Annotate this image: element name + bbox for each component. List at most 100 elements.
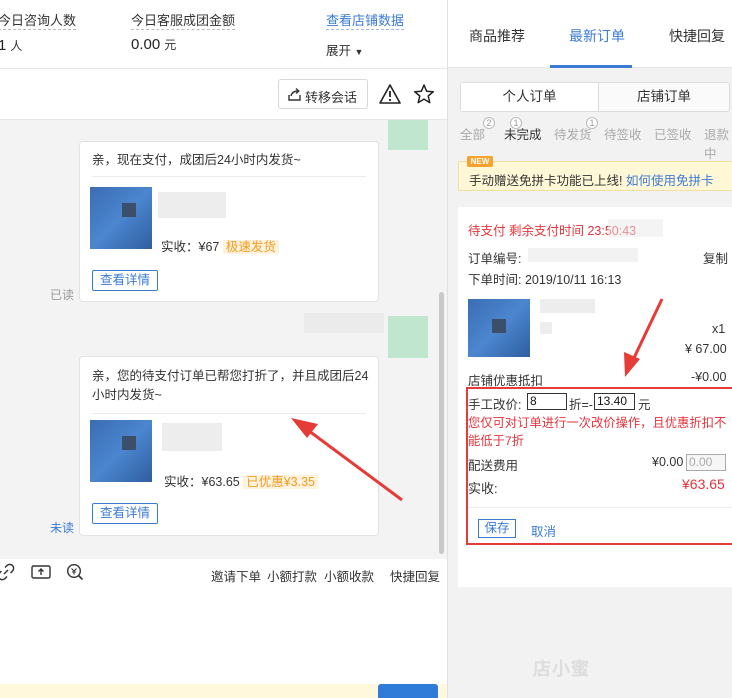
- consult-count: 1人: [0, 37, 22, 54]
- shop-data-link[interactable]: 查看店铺数据: [326, 13, 405, 30]
- cancel-button[interactable]: 取消: [531, 521, 556, 540]
- shipping-value: ¥0.00: [652, 455, 684, 469]
- expand-label: 展开: [326, 44, 352, 58]
- filter-all-badge: 2: [483, 117, 495, 129]
- divider: [92, 413, 366, 414]
- tab-quick-reply[interactable]: 快捷回复: [669, 26, 725, 46]
- order-card: 待支付 剩余支付时间 23:50:43 订单编号: 复制 下单时间: 2019/…: [458, 207, 732, 587]
- blurred-text: [540, 299, 595, 313]
- consult-count-label: 今日咨询人数: [0, 13, 77, 30]
- expand-toggle[interactable]: 展开 ▼: [326, 40, 363, 59]
- transfer-session-label: 转移会话: [305, 90, 358, 105]
- coupon-value: -¥0.00: [691, 370, 727, 384]
- consult-count-unit: 人: [10, 39, 23, 53]
- watermark-logo: 店小蜜: [533, 659, 590, 679]
- price-label: 实收：¥67: [161, 240, 220, 254]
- save-button[interactable]: 保存: [478, 519, 516, 538]
- segment-personal-orders[interactable]: 个人订单: [461, 83, 599, 111]
- invite-order-button[interactable]: 邀请下单: [211, 566, 261, 585]
- amount: 0.00 元: [131, 36, 176, 53]
- divider: [468, 507, 732, 508]
- segment-shop-orders[interactable]: 店铺订单: [599, 83, 729, 111]
- discount-input[interactable]: 8: [527, 393, 567, 410]
- shipping-input: 0.00: [686, 454, 726, 471]
- order-qty: x1: [712, 322, 726, 336]
- unread-status: 未读: [50, 521, 75, 535]
- filter-to-ship[interactable]: 待发货: [554, 124, 592, 143]
- order-time-label-text: 下单时间:: [468, 273, 522, 287]
- order-no-label: 订单编号:: [468, 252, 522, 266]
- bottom-toolbar: 邀请下单 小额打款 小额收款 快捷回复: [0, 559, 447, 589]
- filter-signed[interactable]: 已签收: [654, 124, 692, 143]
- message-text-line1: 亲，您的待支付订单已帮您打折了，并且成团后24: [92, 369, 369, 383]
- filter-refunding[interactable]: 退款中: [704, 124, 732, 162]
- new-badge: NEW: [467, 156, 493, 167]
- filter-to-ship-badge: 1: [586, 117, 598, 129]
- amount-suffix: 元: [638, 398, 651, 412]
- fast-ship-tag: 极速发货: [222, 240, 279, 254]
- message-card: 亲，现在支付，成团后24小时内发货~ 实收：¥67 极速发货 查看详情: [79, 141, 379, 302]
- amount-value: 0.00: [131, 36, 161, 53]
- blurred-order-no: [528, 248, 638, 262]
- notice-message: 手动赠送免拼卡功能已上线!: [469, 174, 623, 188]
- order-time-label: 下单时间: 2019/10/11 16:13: [468, 269, 621, 288]
- active-tab-indicator: [550, 65, 632, 68]
- tab-product-recommend[interactable]: 商品推荐: [469, 26, 525, 46]
- message-card: 亲，您的待支付订单已帮您打折了，并且成团后24 小时内发货~ 实收：¥63.65…: [79, 356, 379, 536]
- search-order-icon[interactable]: [66, 563, 84, 581]
- message-text-line2: 小时内发货~: [92, 388, 162, 402]
- divider: [92, 176, 366, 177]
- chat-scrollbar[interactable]: [439, 292, 444, 554]
- view-detail-button[interactable]: 查看详情: [92, 503, 158, 524]
- send-button[interactable]: [378, 684, 438, 698]
- quick-reply-button[interactable]: 快捷回复: [390, 566, 440, 585]
- notice-text: 手动赠送免拼卡功能已上线! 如何使用免拼卡: [469, 170, 713, 189]
- message-input[interactable]: [0, 589, 447, 684]
- consult-count-value: 1: [0, 37, 7, 54]
- star-icon[interactable]: [413, 83, 435, 105]
- divider: [0, 68, 447, 69]
- filter-to-sign[interactable]: 待签收: [604, 124, 642, 143]
- video-icon[interactable]: [31, 564, 51, 580]
- small-payment-button[interactable]: 小额打款: [267, 566, 317, 585]
- discount-suffix: 折=-: [569, 398, 593, 412]
- view-detail-button[interactable]: 查看详情: [92, 270, 158, 291]
- read-status: 已读: [50, 288, 75, 302]
- tab-latest-orders[interactable]: 最新订单: [569, 26, 625, 46]
- blurred-bubble: [388, 316, 428, 358]
- product-image: [90, 420, 152, 482]
- order-scope-switch: 个人订单 店铺订单: [460, 82, 730, 112]
- link-icon[interactable]: [0, 563, 15, 581]
- discount-tag: 已优惠¥3.35: [243, 475, 318, 489]
- blurred-text: [540, 322, 552, 334]
- amount-label: 今日客服成团金额: [131, 13, 236, 30]
- final-amount-label: 实收:: [468, 481, 498, 496]
- blurred-text: [162, 423, 222, 451]
- price-warning-line1: 您仅可对订单进行一次改价操作，且优惠折扣不: [468, 416, 727, 430]
- amount-unit: 元: [164, 38, 177, 52]
- small-collect-button[interactable]: 小额收款: [324, 566, 374, 585]
- filter-incomplete-badge: 1: [510, 117, 522, 129]
- price-line: 实收：¥67 极速发货: [161, 236, 279, 255]
- notice-banner: NEW 手动赠送免拼卡功能已上线! 如何使用免拼卡: [458, 156, 732, 191]
- chat-history[interactable]: 亲，现在支付，成团后24小时内发货~ 实收：¥67 极速发货 查看详情 已读 亲…: [0, 119, 447, 559]
- caret-down-icon: ▼: [354, 47, 364, 57]
- transfer-session-button[interactable]: 转移会话: [278, 79, 368, 109]
- order-price: ¥ 67.00: [685, 342, 727, 356]
- blurred-text: [608, 219, 663, 237]
- chat-pane: 今日咨询人数 1人 今日客服成团金额 0.00 元 查看店铺数据 展开 ▼ 转移会…: [0, 0, 447, 698]
- side-panel-tabs: 商品推荐 最新订单 快捷回复: [448, 0, 732, 68]
- copy-order-no-button[interactable]: 复制: [703, 248, 728, 267]
- filter-all[interactable]: 全部: [460, 124, 485, 143]
- warning-icon[interactable]: [379, 83, 401, 105]
- final-amount-value: ¥63.65: [682, 476, 725, 492]
- price-line: 实收：¥63.65 已优惠¥3.35: [164, 471, 318, 490]
- manual-price-label: 手工改价:: [468, 398, 522, 412]
- filter-incomplete[interactable]: 未完成: [504, 124, 542, 143]
- product-image: [468, 299, 530, 357]
- notice-help-link[interactable]: 如何使用免拼卡: [626, 174, 714, 188]
- blurred-bubble: [388, 120, 428, 150]
- order-time-value: 2019/10/11 16:13: [524, 273, 622, 287]
- share-icon: [288, 87, 301, 101]
- amount-input[interactable]: 13.40: [594, 393, 635, 410]
